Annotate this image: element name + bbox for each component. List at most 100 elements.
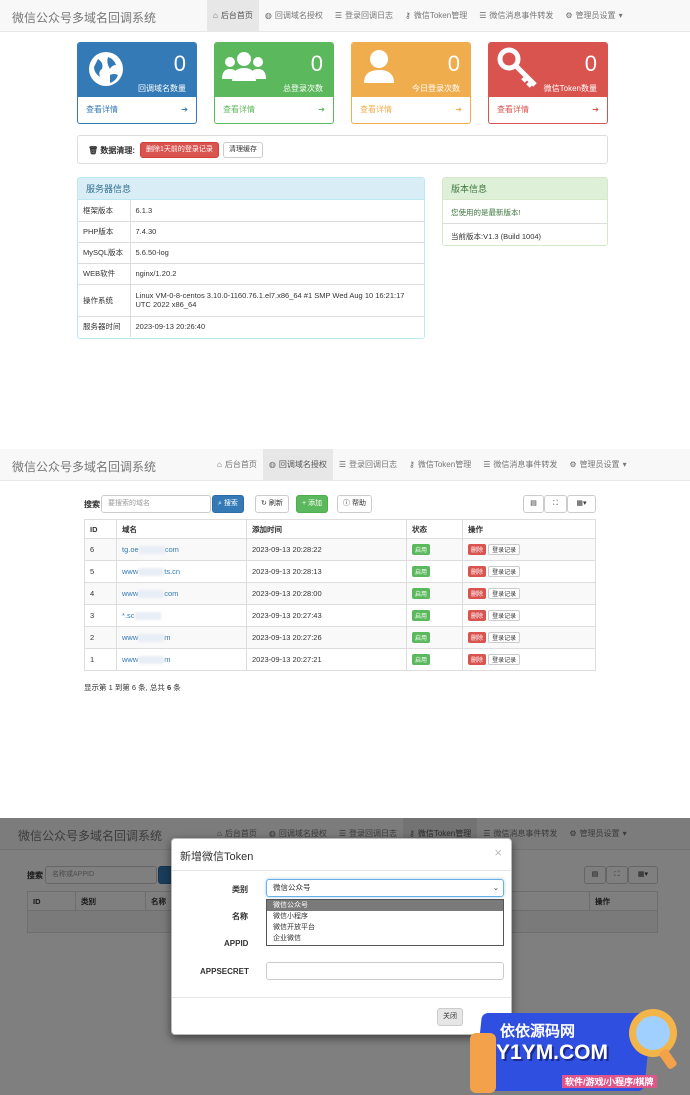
server-info-key: 框架版本 (78, 200, 131, 221)
delete-button[interactable]: 删除 (468, 654, 487, 665)
nav-home[interactable]: ⌂后台首页 (207, 0, 259, 32)
delete-button[interactable]: 删除 (468, 610, 487, 621)
table-row: 1 www m 2023-09-13 20:27:21 启用 删除 登录记录 (84, 648, 596, 671)
nav-home[interactable]: ⌂后台首页 (211, 449, 263, 481)
stat-detail-link[interactable]: 查看详情 ➔ (489, 97, 607, 123)
server-info-value: Linux VM-0-8-centos 3.10.0-1160.76.1.el7… (130, 283, 424, 316)
nav-token[interactable]: ⚷微信Token管理 (403, 449, 477, 481)
list-icon: ☰ (334, 11, 342, 20)
nav-log[interactable]: ☰登录回调日志 (333, 449, 403, 481)
search-button[interactable]: ⌕ 搜索 (212, 495, 244, 513)
row-domain[interactable]: *.sc (116, 604, 247, 627)
row-domain[interactable]: www m (116, 626, 247, 649)
login-log-button[interactable]: 登录记录 (488, 610, 521, 621)
dropdown-option[interactable]: 微信小程序 (267, 911, 503, 922)
fullscreen-button[interactable]: ⛶ (544, 495, 567, 513)
login-log-button[interactable]: 登录记录 (488, 588, 521, 599)
table-row: 6 tg.oe com 2023-09-13 20:28:22 启用 删除 登录记录 (84, 538, 596, 561)
info-icon: ⓘ (343, 500, 350, 507)
server-info-table: 框架版本 6.1.3 PHP版本 7.4.30 MySQL版本 5.6.50-log WEB… (78, 200, 424, 337)
delete-button[interactable]: 删除 (468, 588, 487, 599)
columns-button[interactable]: ▦▾ (567, 495, 596, 513)
status-badge[interactable]: 启用 (412, 654, 431, 665)
nav-event[interactable]: ☰微信消息事件转发 (473, 0, 559, 32)
table-row: 3 *.sc 2023-09-13 20:27:43 启用 删除 登录记录 (84, 604, 596, 627)
row-domain[interactable]: www m (116, 648, 247, 671)
close-icon[interactable]: × (494, 845, 502, 860)
refresh-button[interactable]: ↻ 刷新 (255, 495, 289, 513)
nav-domain[interactable]: ◍回调域名授权 (262, 449, 333, 481)
stat-card-total-logins: 0 总登录次数 查看详情 ➔ (214, 42, 334, 124)
status-badge[interactable]: 启用 (412, 588, 431, 599)
dropdown-option[interactable]: 微信公众号 (267, 900, 503, 911)
row-time: 2023-09-13 20:28:13 (246, 560, 407, 583)
help-button[interactable]: ⓘ 帮助 (337, 495, 372, 513)
row-status[interactable]: 启用 (406, 560, 463, 583)
magnifier-icon (629, 1009, 677, 1069)
server-info-value: 5.6.50-log (130, 241, 424, 263)
nav-event[interactable]: ☰微信消息事件转发 (477, 449, 563, 481)
app-brand[interactable]: 微信公众号多域名回调系统 (12, 9, 156, 26)
arrow-circle-right-icon: ➔ (318, 105, 325, 114)
login-log-button[interactable]: 登录记录 (488, 566, 521, 577)
key-icon (497, 47, 537, 88)
stat-value: 0 (310, 51, 323, 76)
dropdown-option[interactable]: 企业微信 (267, 933, 503, 944)
row-status[interactable]: 启用 (406, 538, 463, 561)
nav-admin[interactable]: ⚙管理员设置▾ (559, 0, 628, 32)
globe-icon: ◍ (264, 11, 272, 20)
delete-button[interactable]: 删除 (468, 632, 487, 643)
row-id: 2 (84, 626, 117, 649)
delete-button[interactable]: 删除 (468, 566, 487, 577)
row-domain[interactable]: tg.oe com (116, 538, 247, 561)
version-panel: 版本信息 您使用的是最新版本! 当前版本:V1.3 (Build 1004) (442, 177, 608, 246)
nav-token[interactable]: ⚷微信Token管理 (399, 0, 473, 32)
login-log-button[interactable]: 登录记录 (488, 632, 521, 643)
row-actions: 删除 登录记录 (462, 648, 596, 671)
stat-detail-link[interactable]: 查看详情 ➔ (215, 97, 333, 123)
nav-admin[interactable]: ⚙管理员设置▾ (563, 449, 632, 481)
server-info-key: 服务器时间 (78, 315, 131, 337)
login-log-button[interactable]: 登录记录 (488, 544, 521, 555)
row-time: 2023-09-13 20:27:26 (246, 626, 407, 649)
row-status[interactable]: 启用 (406, 648, 463, 671)
stat-detail-link[interactable]: 查看详情 ➔ (78, 97, 196, 123)
clear-cache-button[interactable]: 清理缓存 (223, 142, 263, 158)
domain-search-input[interactable]: 要搜索的域名 (101, 495, 211, 513)
login-log-button[interactable]: 登录记录 (488, 654, 521, 665)
redacted-mask (138, 634, 165, 642)
row-domain[interactable]: www com (116, 582, 247, 605)
divider (172, 997, 511, 998)
dropdown-option[interactable]: 微信开放平台 (267, 922, 503, 933)
close-button[interactable]: 关闭 (437, 1008, 463, 1026)
row-status[interactable]: 启用 (406, 604, 463, 627)
status-badge[interactable]: 启用 (412, 566, 431, 577)
redacted-mask (138, 546, 165, 554)
name-label: 名称 (232, 912, 248, 921)
delete-button[interactable]: 删除 (468, 544, 487, 555)
status-badge[interactable]: 启用 (412, 544, 431, 555)
status-badge[interactable]: 启用 (412, 610, 431, 621)
type-select[interactable]: 微信公众号 ⌄ (266, 879, 504, 897)
server-info-row: 框架版本 6.1.3 (78, 200, 424, 221)
row-time: 2023-09-13 20:27:43 (246, 604, 407, 627)
row-domain[interactable]: www ts.cn (116, 560, 247, 583)
row-id: 4 (84, 582, 117, 605)
delete-old-logs-button[interactable]: 删除1天前的登录记录 (140, 142, 219, 158)
user-icon (364, 50, 394, 83)
row-actions: 删除 登录记录 (462, 560, 596, 583)
grid-icon: ▦ (576, 500, 584, 507)
nav-log[interactable]: ☰登录回调日志 (329, 0, 399, 32)
nav-domain[interactable]: ◍回调域名授权 (259, 0, 329, 32)
stat-detail-link[interactable]: 查看详情 ➔ (352, 97, 470, 123)
row-status[interactable]: 启用 (406, 582, 463, 605)
app-brand[interactable]: 微信公众号多域名回调系统 (12, 458, 156, 475)
divider (172, 870, 511, 871)
appid-label: APPID (224, 939, 249, 948)
add-button[interactable]: + 添加 (296, 495, 329, 513)
row-status[interactable]: 启用 (406, 626, 463, 649)
appsecret-input[interactable] (266, 962, 504, 980)
toggle-view-button[interactable]: ▤ (523, 495, 544, 513)
status-badge[interactable]: 启用 (412, 632, 431, 643)
card-view-icon: ▤ (530, 500, 537, 507)
